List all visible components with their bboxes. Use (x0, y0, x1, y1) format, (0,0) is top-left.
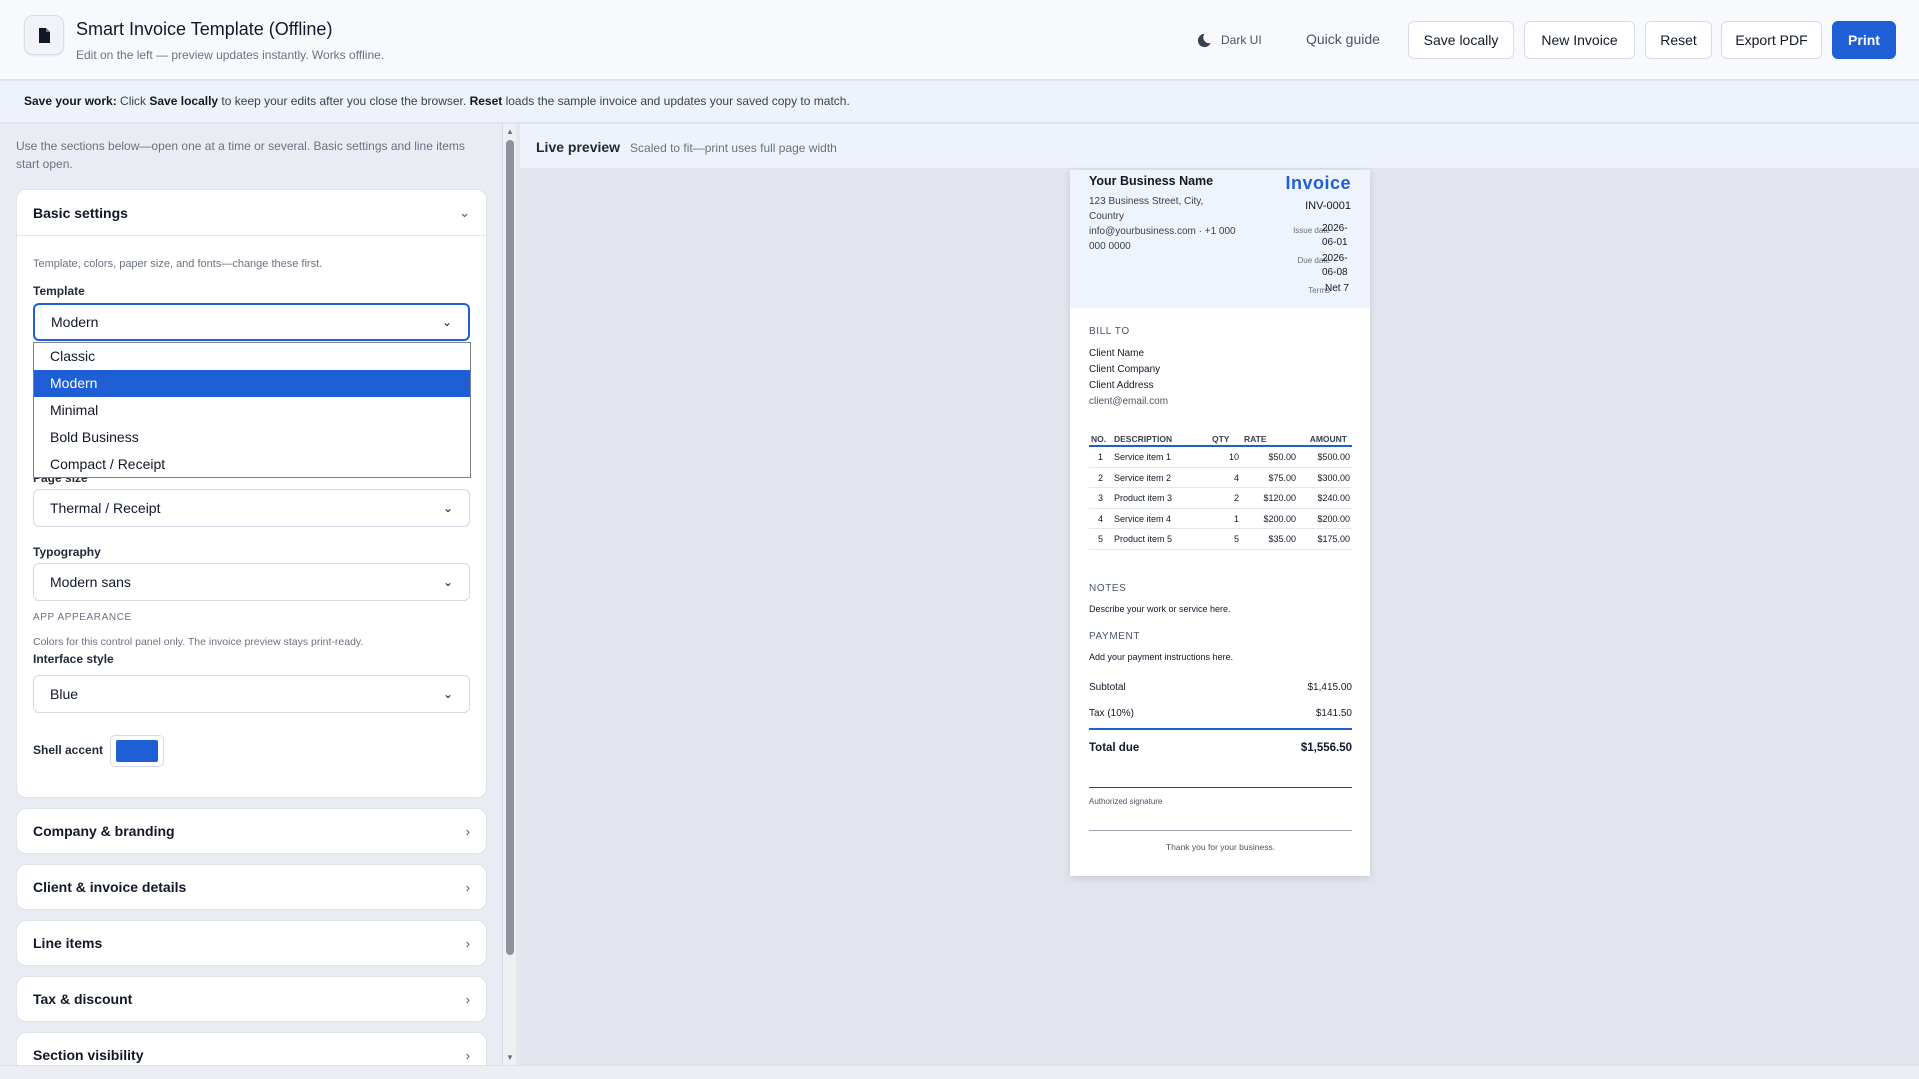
template-option[interactable]: Compact / Receipt (34, 451, 470, 478)
chevron-down-icon: ⌄ (459, 205, 470, 221)
app-subtitle: Edit on the left — preview updates insta… (76, 48, 384, 62)
table-row: 4Service item 41$200.00$200.00 (1089, 509, 1352, 530)
chevron-down-icon: ⌄ (442, 315, 452, 329)
table-row: 1Service item 110$50.00$500.00 (1089, 447, 1352, 468)
client-name: Client Name (1089, 348, 1144, 359)
template-option-selected[interactable]: Modern (34, 370, 470, 397)
shell-accent-label: Shell accent (33, 743, 103, 757)
business-address: 123 Business Street, City, Country info@… (1089, 194, 1249, 254)
chevron-right-icon: › (466, 880, 470, 895)
scroll-down-arrow-icon[interactable]: ▼ (506, 1053, 514, 1062)
section-title: Line items (33, 935, 102, 951)
section-title: Company & branding (33, 823, 175, 839)
terms-value: Net 7 (1325, 282, 1349, 296)
template-option[interactable]: Minimal (34, 397, 470, 424)
settings-scrollbar[interactable]: ▲ ▼ (502, 124, 516, 1065)
signature-line (1089, 787, 1352, 788)
color-swatch (116, 740, 158, 762)
settings-intro: Use the sections below—open one at a tim… (16, 137, 486, 173)
chevron-right-icon: › (466, 936, 470, 951)
save-info-banner: Save your work: Click Save locally to ke… (0, 81, 1919, 123)
template-select[interactable]: Modern ⌄ (33, 303, 470, 341)
due-date-value: 2026-06-08 (1322, 252, 1348, 280)
client-email: client@email.com (1089, 396, 1168, 407)
thank-you-note: Thank you for your business. (1089, 842, 1352, 852)
interface-style-select[interactable]: Blue ⌄ (33, 675, 470, 713)
notes-text: Describe your work or service here. (1089, 604, 1231, 614)
total-due-row: Total due$1,556.50 (1089, 742, 1352, 754)
page-size-select[interactable]: Thermal / Receipt ⌄ (33, 489, 470, 527)
quick-guide-link[interactable]: Quick guide (1306, 31, 1380, 47)
app-appearance-label: APP APPEARANCE (33, 612, 132, 623)
shell-accent-color-picker[interactable] (110, 735, 164, 767)
client-address: Client Address (1089, 380, 1153, 391)
template-option[interactable]: Bold Business (34, 424, 470, 451)
print-button[interactable]: Print (1832, 21, 1896, 59)
chevron-right-icon: › (466, 992, 470, 1007)
invoice-heading: Invoice (1285, 173, 1351, 194)
chevron-right-icon: › (466, 824, 470, 839)
table-row: 2Service item 24$75.00$300.00 (1089, 468, 1352, 489)
bill-to-label: BILL TO (1089, 326, 1130, 337)
invoice-preview: Your Business Name 123 Business Street, … (1070, 170, 1370, 876)
template-label: Template (33, 284, 85, 298)
app-title: Smart Invoice Template (Offline) (76, 19, 332, 40)
subtotal-row: Subtotal$1,415.00 (1089, 682, 1352, 693)
bottom-strip (0, 1065, 1919, 1079)
export-pdf-button[interactable]: Export PDF (1721, 21, 1822, 59)
app-appearance-note: Colors for this control panel only. The … (33, 636, 363, 648)
table-row: 5Product item 55$35.00$175.00 (1089, 529, 1352, 550)
payment-label: PAYMENT (1089, 631, 1140, 642)
payment-text: Add your payment instructions here. (1089, 652, 1233, 662)
save-locally-button[interactable]: Save locally (1408, 21, 1514, 59)
basic-settings-header[interactable]: Basic settings ⌄ (17, 190, 486, 236)
preview-subtitle: Scaled to fit—print uses full page width (630, 141, 837, 155)
new-invoice-button[interactable]: New Invoice (1524, 21, 1635, 59)
business-name: Your Business Name (1089, 174, 1213, 188)
footer-divider (1089, 830, 1352, 831)
interface-style-label: Interface style (33, 652, 114, 666)
table-row: 3Product item 32$120.00$240.00 (1089, 488, 1352, 509)
total-divider (1089, 728, 1352, 730)
document-icon (24, 15, 64, 55)
scroll-up-arrow-icon[interactable]: ▲ (506, 127, 514, 136)
company-branding-card[interactable]: Company & branding › (16, 808, 487, 854)
typography-label: Typography (33, 545, 101, 559)
reset-button[interactable]: Reset (1645, 21, 1712, 59)
basic-settings-title: Basic settings (33, 205, 128, 221)
tax-row: Tax (10%)$141.50 (1089, 708, 1352, 719)
section-title: Section visibility (33, 1047, 143, 1063)
typography-select[interactable]: Modern sans ⌄ (33, 563, 470, 601)
client-invoice-details-card[interactable]: Client & invoice details › (16, 864, 487, 910)
notes-label: NOTES (1089, 583, 1126, 594)
signature-label: Authorized signature (1089, 797, 1162, 806)
section-visibility-card[interactable]: Section visibility › (16, 1032, 487, 1065)
preview-title: Live preview (536, 139, 620, 155)
chevron-down-icon: ⌄ (443, 501, 453, 515)
scrollbar-thumb[interactable] (506, 140, 514, 955)
settings-panel: Use the sections below—open one at a tim… (0, 124, 508, 1065)
line-items-card[interactable]: Line items › (16, 920, 487, 966)
invoice-header: Your Business Name 123 Business Street, … (1070, 170, 1370, 308)
client-company: Client Company (1089, 364, 1160, 375)
preview-header: Live preview Scaled to fit—print uses ful… (520, 124, 1919, 169)
app-header: Smart Invoice Template (Offline) Edit on… (0, 0, 1919, 80)
section-title: Client & invoice details (33, 879, 186, 895)
section-title: Tax & discount (33, 991, 132, 1007)
moon-icon (1197, 33, 1212, 48)
tax-discount-card[interactable]: Tax & discount › (16, 976, 487, 1022)
dark-ui-toggle[interactable]: Dark UI (1197, 30, 1262, 50)
basic-settings-card: Basic settings ⌄ Template, colors, paper… (16, 189, 487, 798)
line-items-table: NO. DESCRIPTION QTY RATE AMOUNT 1Service… (1089, 431, 1352, 550)
template-option[interactable]: Classic (34, 343, 470, 370)
chevron-down-icon: ⌄ (443, 687, 453, 701)
dark-ui-label: Dark UI (1221, 33, 1262, 47)
issue-date-value: 2026-06-01 (1322, 222, 1348, 250)
chevron-right-icon: › (466, 1048, 470, 1063)
table-header: NO. DESCRIPTION QTY RATE AMOUNT (1089, 431, 1352, 447)
invoice-number: INV-0001 (1305, 200, 1351, 212)
chevron-down-icon: ⌄ (443, 575, 453, 589)
template-dropdown: Classic Modern Minimal Bold Business Com… (33, 342, 471, 478)
basic-settings-desc: Template, colors, paper size, and fonts—… (33, 258, 322, 270)
